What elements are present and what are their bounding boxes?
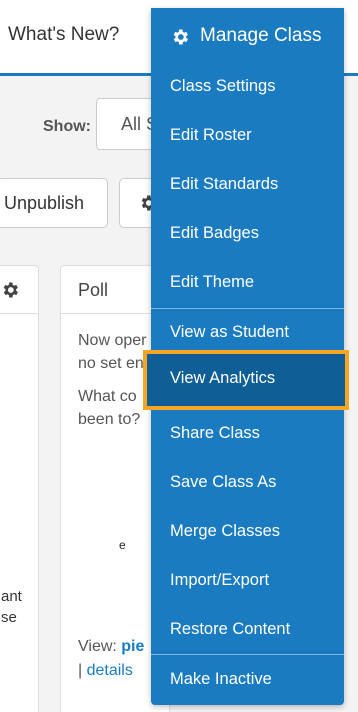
poll-title: Poll <box>78 280 109 300</box>
menu-item-label: Edit Standards <box>170 175 279 193</box>
menu-item-label: Class Settings <box>170 77 276 95</box>
poll-question: been to? <box>78 411 141 428</box>
gear-icon[interactable] <box>0 280 20 300</box>
menu-item-make-inactive[interactable]: Make Inactive <box>151 657 344 703</box>
menu-item-edit-badges[interactable]: Edit Badges <box>151 211 344 257</box>
poll-details-row: | details <box>78 662 133 680</box>
unpublish-button[interactable]: Unpublish <box>0 178 108 228</box>
gear-icon <box>173 29 188 45</box>
menu-item-import-export[interactable]: Import/Export <box>151 558 344 604</box>
menu-item-edit-roster[interactable]: Edit Roster <box>151 113 344 159</box>
left-panel-text: se <box>1 609 17 626</box>
manage-class-button[interactable]: Manage Class <box>151 8 344 64</box>
left-panel-header <box>0 266 38 314</box>
poll-question: What co <box>78 388 137 405</box>
menu-divider <box>151 654 344 655</box>
details-prefix: | <box>78 662 87 679</box>
menu-item-edit-standards[interactable]: Edit Standards <box>151 162 344 208</box>
menu-item-merge-classes[interactable]: Merge Classes <box>151 509 344 555</box>
manage-class-title: Manage Class <box>200 25 322 46</box>
unpublish-button-label: Unpublish <box>4 193 85 213</box>
show-filter-label: Show: <box>43 118 91 135</box>
menu-item-share-class[interactable]: Share Class <box>151 411 344 457</box>
view-prefix: View: <box>78 638 122 655</box>
view-pie-link[interactable]: pie <box>121 638 144 655</box>
pie-slice-label: e <box>119 538 126 552</box>
whats-new-tab[interactable]: What's New? <box>8 24 119 46</box>
left-panel-text: ant <box>1 588 22 605</box>
menu-item-restore-content[interactable]: Restore Content <box>151 607 344 653</box>
menu-item-view-analytics[interactable]: View Analytics <box>143 350 349 410</box>
menu-item-label: Restore Content <box>170 620 291 638</box>
poll-status-text: Now oper <box>78 332 147 349</box>
menu-item-label: Merge Classes <box>170 522 281 540</box>
menu-item-label: View as Student <box>170 323 289 341</box>
menu-item-label: Save Class As <box>170 473 277 491</box>
poll-status-text: no set en <box>78 355 144 372</box>
menu-item-label: Import/Export <box>170 571 270 589</box>
menu-item-save-class-as[interactable]: Save Class As <box>151 460 344 506</box>
menu-item-label: Make Inactive <box>170 670 272 688</box>
menu-divider <box>151 308 344 309</box>
menu-item-edit-theme[interactable]: Edit Theme <box>151 260 344 306</box>
manage-class-menu: Manage Class Class Settings Edit Roster … <box>143 8 349 705</box>
menu-item-label: Edit Badges <box>170 224 259 242</box>
menu-item-label: Edit Roster <box>170 126 252 144</box>
left-content-panel: ant se <box>0 265 39 712</box>
menu-item-label: View Analytics <box>170 369 276 387</box>
menu-item-label: Share Class <box>170 424 260 442</box>
poll-view-options: View: pie <box>78 638 144 656</box>
menu-item-class-settings[interactable]: Class Settings <box>151 64 344 110</box>
menu-item-label: Edit Theme <box>170 273 255 291</box>
view-details-link[interactable]: details <box>87 662 133 679</box>
